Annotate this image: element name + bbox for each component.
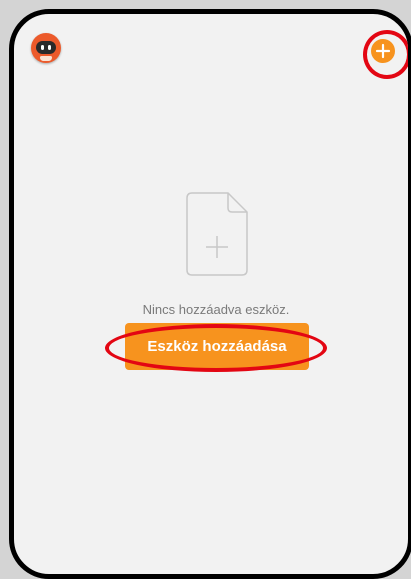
add-device-top-button[interactable] — [371, 39, 395, 63]
avatar-eye-right — [48, 45, 51, 50]
add-device-button[interactable]: Eszköz hozzáadása — [125, 323, 309, 370]
plus-icon — [375, 43, 391, 59]
avatar-chin — [40, 56, 52, 61]
empty-state-message: Nincs hozzáadva eszköz. — [142, 302, 290, 317]
add-document-icon — [186, 192, 248, 276]
robot-avatar-icon[interactable] — [31, 33, 61, 63]
avatar-eye-left — [41, 45, 44, 50]
avatar-visor — [36, 41, 56, 54]
app-screen: Nincs hozzáadva eszköz. Eszköz hozzáadás… — [9, 9, 411, 579]
